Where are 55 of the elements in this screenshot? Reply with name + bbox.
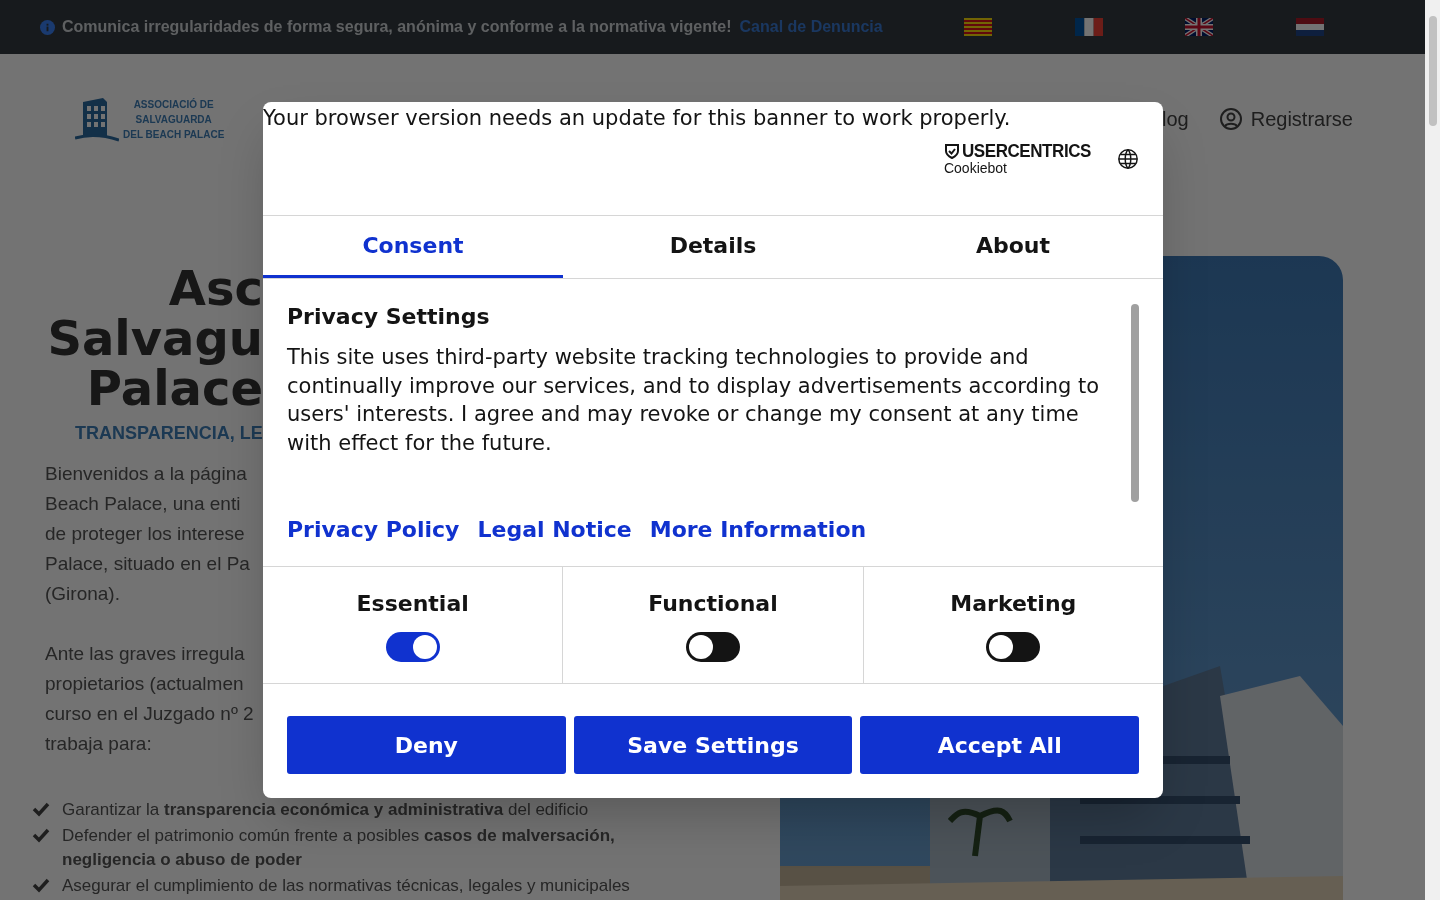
intro-text: Bienvenidos a la página <box>45 462 247 486</box>
intro-text: propietarios (actualmen <box>45 672 244 696</box>
shield-icon <box>943 142 960 159</box>
flag-icon[interactable] <box>963 18 992 36</box>
nav-link[interactable]: log <box>1162 104 1189 134</box>
goal-text: Asegurar el cumplimiento de las normativas técnicas, legales y municipales <box>62 875 630 897</box>
building-logo-icon <box>75 96 119 142</box>
intro-text: Beach Palace, una enti <box>45 492 241 516</box>
announcement-text: Comunica irregularidades de forma segura, anónima y conforme a la normativa vigente! <box>62 17 732 37</box>
toggle-switch[interactable] <box>385 632 440 662</box>
intro-text: trabaja para: <box>45 732 152 756</box>
flag-icon[interactable] <box>1295 18 1324 36</box>
dialog-tab[interactable]: About <box>863 216 1163 278</box>
goal-text: Defender el patrimonio común frente a posibles casos de malversación, negligencia o abuso de poder <box>62 825 616 871</box>
category-label: Essential <box>356 590 469 618</box>
logo-text: SALVAGUARDA <box>135 113 212 127</box>
intro-text: Ante las graves irregula <box>45 642 245 666</box>
category-label: Functional <box>648 590 778 618</box>
consent-button[interactable]: Deny <box>287 716 566 774</box>
policy-link[interactable]: Legal Notice <box>477 513 632 546</box>
intro-text: Palace, situado en el Pa <box>45 552 250 576</box>
check-icon <box>32 877 50 893</box>
policy-link[interactable]: Privacy Policy <box>287 513 460 546</box>
hero-title: Asc <box>168 263 263 313</box>
browser-notice: Your browser version needs an update for this banner to work properly. <box>263 105 1012 132</box>
category-label: Marketing <box>950 590 1077 618</box>
globe-icon[interactable] <box>1117 147 1139 170</box>
scrollbar[interactable] <box>1131 304 1139 502</box>
flag-icon[interactable] <box>1074 18 1103 36</box>
goal-text: Garantizar la transparencia económica y administrativa del edificio <box>62 799 589 821</box>
hero-title: Salvagu <box>47 313 263 363</box>
consent-button[interactable]: Save Settings <box>573 716 853 774</box>
info-icon <box>40 19 55 35</box>
toggle-switch[interactable] <box>986 632 1041 662</box>
privacy-heading: Privacy Settings <box>287 303 491 331</box>
intro-text: (Girona). <box>45 582 120 606</box>
check-icon <box>32 827 50 843</box>
consent-button[interactable]: Accept All <box>860 716 1139 774</box>
privacy-description: This site uses third-party website tracking technologies to provide and continually improve our services, and to display advertisements according to users' interests. I agree and may revoke or change my consent at any time with effect for the future. <box>287 344 1101 457</box>
logo-text: DEL BEACH PALACE <box>123 128 225 142</box>
dialog-tab[interactable]: Details <box>563 216 863 278</box>
brand-product: Cookiebot <box>943 161 1008 175</box>
logo-text: ASSOCIACIÓ DE <box>133 97 214 112</box>
brand-name: USERCENTRICS <box>961 141 1091 160</box>
user-icon <box>1218 107 1243 131</box>
intro-text: de proteger los interese <box>45 522 245 546</box>
dialog-tab[interactable]: Consent <box>263 216 563 278</box>
register-link[interactable]: Registrarse <box>1218 104 1353 134</box>
policy-link[interactable]: More Information <box>649 513 867 546</box>
page-scrollbar[interactable] <box>1425 0 1440 900</box>
intro-text: curso en el Juzgado nº 2 <box>45 702 254 726</box>
hero-tagline: TRANSPARENCIA, LE <box>75 422 263 445</box>
toggle-switch[interactable] <box>686 632 740 662</box>
check-icon <box>32 801 50 817</box>
flag-icon[interactable] <box>1185 18 1214 36</box>
